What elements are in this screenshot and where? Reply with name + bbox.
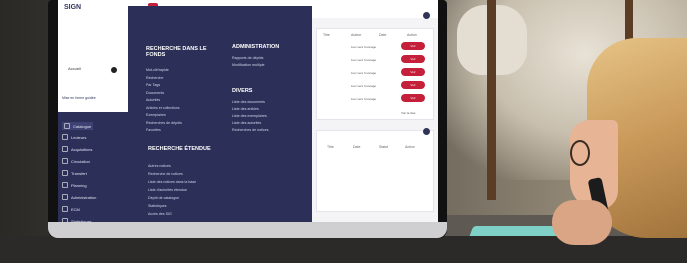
sidebar-item[interactable]: Catalogue [62, 122, 94, 130]
sidebar-item-label: Acquisitions [71, 146, 93, 152]
menu-title-extended: RECHERCHE ÉTENDUE [148, 146, 211, 152]
menu-item[interactable]: Mot-clé/rapide [146, 68, 169, 72]
user-name[interactable]: Accueil [68, 66, 81, 71]
menu-item[interactable]: Statistiques [148, 204, 167, 208]
nav-icon [62, 206, 68, 212]
menu-item[interactable]: Modification multiple [232, 63, 265, 67]
column-header: Statut [379, 145, 389, 149]
menu-item[interactable]: Recherche de notices [148, 172, 183, 176]
sidebar-item[interactable]: Administration [62, 194, 96, 200]
column-header: Action [407, 33, 417, 37]
sidebar-item-label: Circulation [71, 158, 90, 164]
results-card: Titre Auteur Date Action Lien vers l'ouvrage… [316, 28, 434, 120]
add-icon-2[interactable] [423, 128, 430, 135]
sidebar-link[interactable]: Mise en forme guidée [62, 96, 96, 100]
nav-icon [62, 194, 68, 200]
column-header: Date [379, 33, 387, 37]
view-button[interactable]: Voir [401, 55, 425, 63]
monitor-screen: SIGN Accueil Mise en forme guidée Catalo… [58, 0, 438, 222]
sidebar-item-label: Administration [71, 194, 97, 200]
sidebar: Accueil Mise en forme guidée Catalogue Le… [58, 18, 128, 222]
menu-title-misc: DIVERS [232, 88, 253, 94]
menu-item[interactable]: Articles et collections [146, 106, 180, 110]
menu-item[interactable]: Dépôt de catalogue [148, 196, 179, 200]
column-header: Auteur [351, 33, 362, 37]
nav-icon [62, 170, 68, 176]
sidebar-item-label: Transfert [71, 170, 87, 176]
menu-item[interactable]: Liste des autorités [232, 121, 261, 125]
nav-icon [64, 123, 70, 129]
menu-item[interactable]: Autres notices [148, 164, 171, 168]
nav-icon [62, 134, 68, 140]
table-cell: Lien vers l'ouvrage [351, 58, 377, 62]
sidebar-item[interactable]: Acquisitions [62, 146, 92, 152]
view-button[interactable]: Voir [401, 42, 425, 50]
mega-menu: RECHERCHE DANS LE FONDS Mot-clé/rapide Re… [128, 6, 312, 222]
view-button[interactable]: Voir [401, 81, 425, 89]
menu-item[interactable]: Exemplaires [146, 113, 166, 117]
menu-title-search: RECHERCHE DANS LE FONDS [146, 46, 207, 58]
menu-item[interactable]: Liste des exemplaires [232, 114, 267, 118]
sidebar-item-label: Lecteurs [71, 134, 87, 140]
table-cell: Lien vers l'ouvrage [351, 97, 377, 101]
nav-list: Catalogue Lecteurs Acquisitions Circulation… [58, 112, 128, 222]
nav-icon [62, 146, 68, 152]
add-icon[interactable] [423, 12, 430, 19]
avatar[interactable] [111, 67, 117, 73]
menu-item[interactable]: Recherches de dépôts [146, 121, 182, 125]
monitor-chin [48, 222, 447, 238]
table-cell: Lien vers l'ouvrage [351, 84, 377, 88]
sidebar-item-label: Planning [71, 182, 87, 188]
menu-item[interactable]: Liste d'autorités étendue [148, 188, 187, 192]
column-header: Date [353, 145, 361, 149]
table-cell: Lien vers l'ouvrage [351, 71, 377, 75]
sidebar-item[interactable]: Circulation [62, 158, 90, 164]
view-list-link[interactable]: Voir la liste [401, 111, 416, 115]
nav-icon [62, 158, 68, 164]
menu-item[interactable]: Rapports de dépôts [232, 56, 263, 60]
menu-item[interactable]: Liste des documents [232, 100, 265, 104]
menu-item[interactable]: Recherche [146, 76, 163, 80]
menu-item[interactable]: Par Tags [146, 83, 160, 87]
sidebar-item[interactable]: ECM [62, 206, 80, 212]
sidebar-item-label: ECM [71, 206, 80, 212]
column-header: Titre [327, 145, 334, 149]
column-header: Action [405, 145, 415, 149]
app-logo: SIGN [64, 4, 82, 11]
menu-item[interactable]: Favorites [146, 128, 161, 132]
menu-item[interactable]: Liste des notices dans la base [148, 180, 196, 184]
glasses [570, 140, 590, 166]
secondary-card: Titre Date Statut Action [316, 130, 434, 212]
menu-item[interactable]: Liste des articles [232, 107, 259, 111]
sidebar-item-label: Catalogue [73, 123, 92, 129]
sidebar-item[interactable]: Lecteurs [62, 134, 86, 140]
sidebar-item[interactable]: Planning [62, 182, 87, 188]
menu-item[interactable]: Accès des SIG [148, 212, 172, 216]
menu-title-admin: ADMINISTRATION [232, 44, 280, 50]
menu-item[interactable]: Recherches de notices [232, 128, 269, 132]
person-hand [552, 200, 612, 245]
table-cell: Lien vers l'ouvrage [351, 45, 377, 49]
menu-item[interactable]: Autorités [146, 98, 160, 102]
column-header: Titre [323, 33, 330, 37]
view-button[interactable]: Voir [401, 94, 425, 102]
menu-item[interactable]: Documents [146, 91, 164, 95]
nav-icon [62, 182, 68, 188]
sidebar-item[interactable]: Transfert [62, 170, 87, 176]
chair-leg [487, 0, 496, 200]
view-button[interactable]: Voir [401, 68, 425, 76]
